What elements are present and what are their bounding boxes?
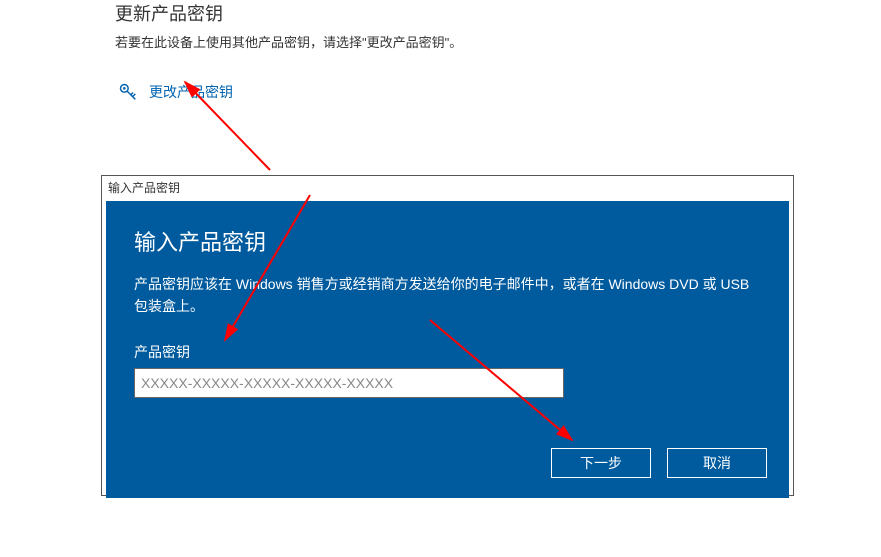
dialog-titlebar: 输入产品密钥 [102,176,793,199]
dialog-description: 产品密钥应该在 Windows 销售方或经销商方发送给你的电子邮件中，或者在 W… [134,273,761,318]
product-key-input[interactable] [134,368,564,398]
key-icon [117,81,139,103]
settings-section-description: 若要在此设备上使用其他产品密钥，请选择"更改产品密钥"。 [115,32,795,51]
enter-product-key-dialog: 输入产品密钥 输入产品密钥 产品密钥应该在 Windows 销售方或经销商方发送… [101,175,794,496]
change-product-key-link[interactable]: 更改产品密钥 [117,81,795,103]
dialog-heading: 输入产品密钥 [134,225,761,257]
product-key-label: 产品密钥 [134,342,761,362]
settings-section-heading: 更新产品密钥 [115,0,795,26]
change-product-key-link-label: 更改产品密钥 [149,82,233,102]
next-button[interactable]: 下一步 [551,448,651,478]
cancel-button[interactable]: 取消 [667,448,767,478]
